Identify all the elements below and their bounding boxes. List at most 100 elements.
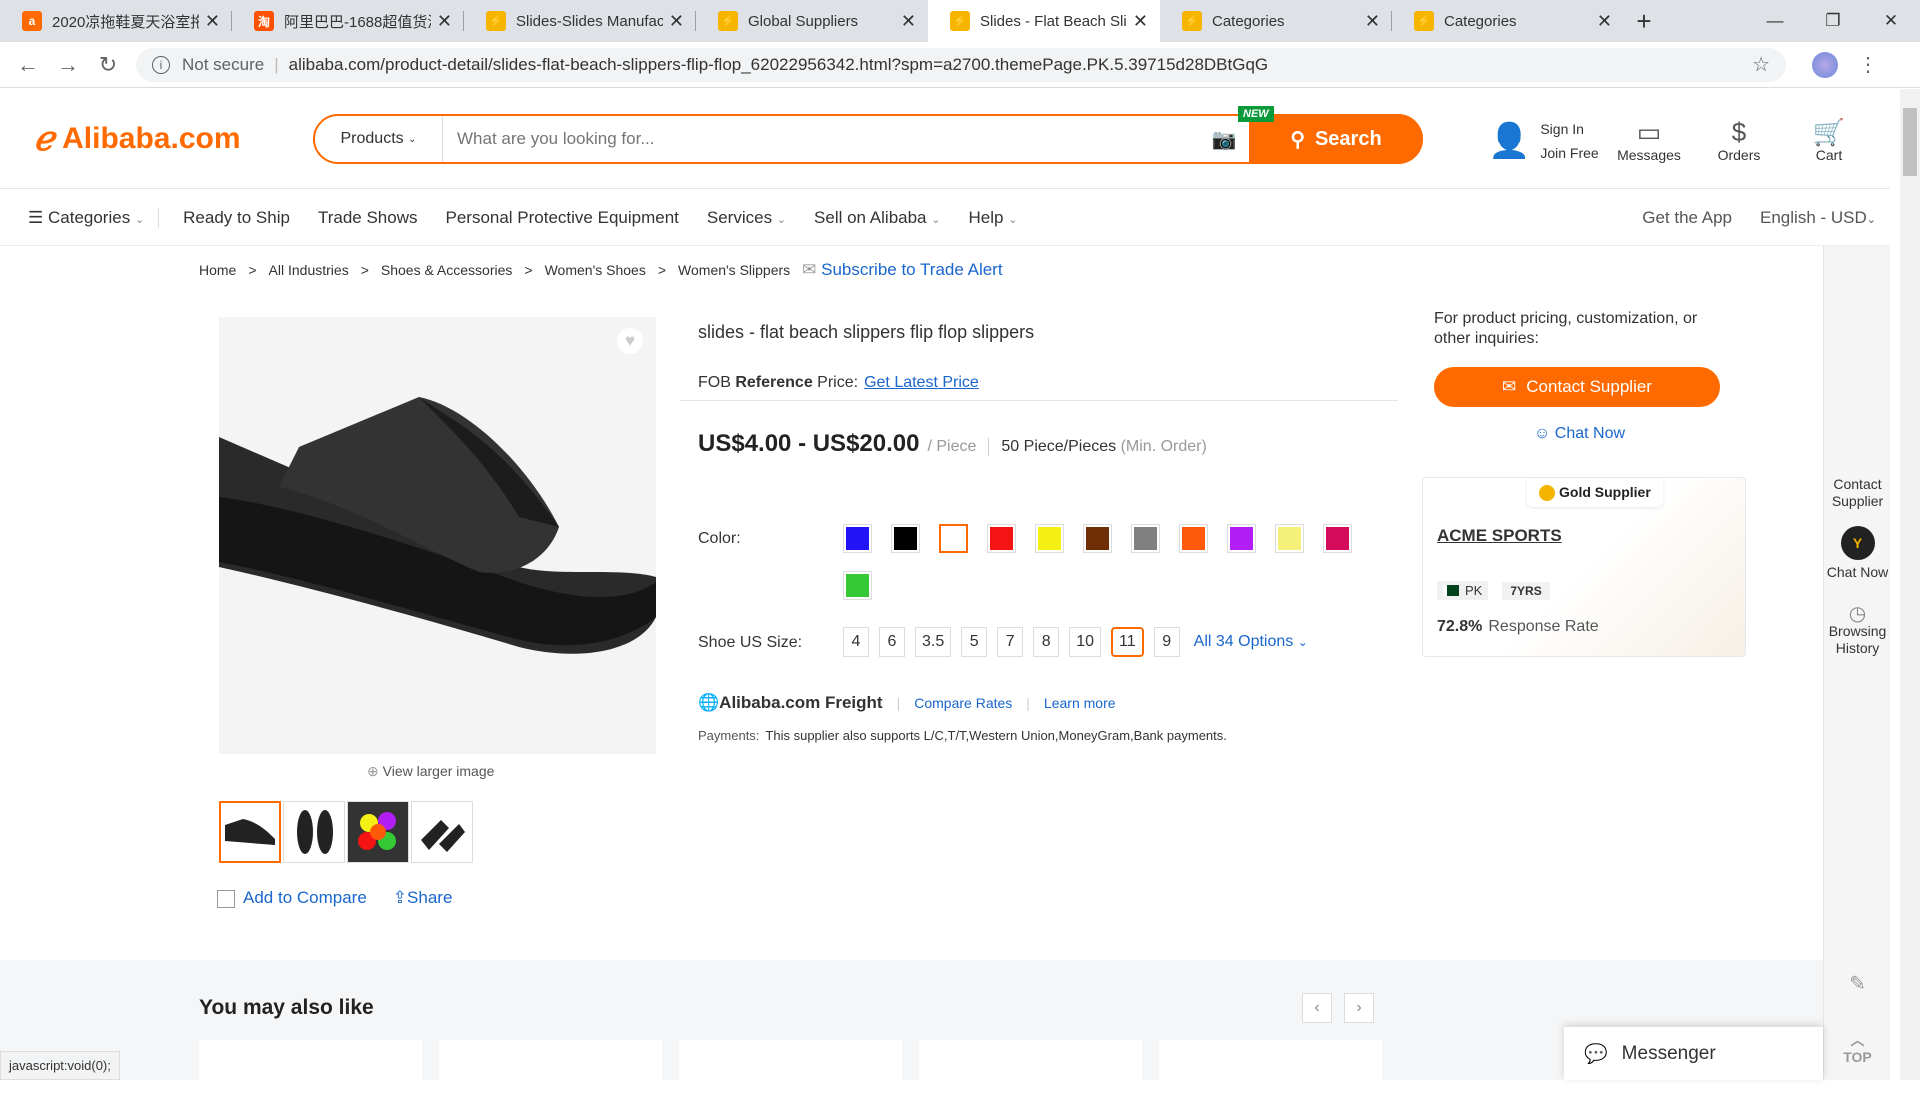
chat-now-link[interactable]: ☺ Chat Now (1534, 425, 1625, 443)
close-icon[interactable]: ✕ (1365, 11, 1380, 32)
compare-rates-link[interactable]: Compare Rates (914, 695, 1012, 711)
thumbnail[interactable] (347, 801, 409, 863)
close-window-icon[interactable]: ✕ (1862, 0, 1920, 42)
color-swatch[interactable] (843, 524, 872, 553)
close-icon[interactable]: ✕ (437, 11, 452, 32)
sign-in-area[interactable]: 👤 Sign In Join Free (1488, 117, 1604, 165)
size-option[interactable]: 9 (1153, 627, 1180, 657)
nav-help[interactable]: Help ⌄ (954, 208, 1031, 228)
recommendation-card[interactable] (679, 1040, 902, 1100)
size-option[interactable]: 8 (1033, 627, 1060, 657)
search-input[interactable] (443, 129, 1199, 149)
color-swatch[interactable] (1035, 524, 1064, 553)
feedback-icon[interactable]: ✎ (1824, 974, 1891, 994)
prev-arrow-icon[interactable]: ‹ (1302, 993, 1332, 1023)
nav-services[interactable]: Services ⌄ (693, 208, 800, 228)
color-swatch[interactable] (891, 524, 920, 553)
close-icon[interactable]: ✕ (901, 11, 916, 32)
close-icon[interactable]: ✕ (205, 11, 220, 32)
side-browsing-history[interactable]: ◷ Browsing History (1824, 604, 1891, 657)
scrollbar-thumb[interactable] (1903, 108, 1917, 176)
search-button[interactable]: ⚲ Search (1249, 114, 1423, 164)
add-to-compare[interactable]: Add to Compare (217, 888, 367, 908)
share-button[interactable]: ⇪Share (393, 888, 453, 908)
color-swatch[interactable] (843, 571, 872, 600)
thumbnail[interactable] (283, 801, 345, 863)
new-tab-button[interactable]: + (1624, 0, 1664, 42)
browser-tab[interactable]: ⚡ Categories ✕ (1392, 0, 1624, 42)
trade-alert-link[interactable]: ✉ Subscribe to Trade Alert (802, 260, 1002, 280)
nav-sell[interactable]: Sell on Alibaba ⌄ (800, 208, 954, 228)
color-swatch[interactable] (1179, 524, 1208, 553)
alibaba-logo[interactable]: ℯ Alibaba.com (34, 119, 241, 159)
size-option[interactable]: 10 (1069, 627, 1102, 657)
camera-icon[interactable]: 📷 (1199, 127, 1249, 152)
get-app-link[interactable]: Get the App (1628, 208, 1746, 228)
browser-menu-icon[interactable]: ⋮ (1858, 52, 1878, 77)
address-bar[interactable]: i Not secure | alibaba.com/product-detai… (136, 47, 1786, 82)
color-swatch[interactable] (1275, 524, 1304, 553)
language-currency-selector[interactable]: English - USD⌄ (1746, 208, 1890, 228)
color-swatch[interactable] (1227, 524, 1256, 553)
close-icon[interactable]: ✕ (1597, 11, 1612, 32)
product-main-image[interactable] (219, 317, 656, 754)
thumbnail[interactable] (411, 801, 473, 863)
size-option-selected[interactable]: 11 (1111, 627, 1144, 657)
breadcrumb-item[interactable]: Women's Slippers (678, 262, 790, 278)
color-swatch[interactable] (1131, 524, 1160, 553)
page-scrollbar[interactable] (1900, 89, 1920, 1080)
reload-icon[interactable]: ↻ (88, 52, 128, 78)
thumbnail[interactable] (219, 801, 281, 863)
browser-tab[interactable]: ⚡ Slides-Slides Manufactu ✕ (464, 0, 696, 42)
categories-menu[interactable]: ☰ Categories ⌄ (0, 207, 160, 228)
browser-tab[interactable]: 淘阿里巴巴-1688超值货源 ✕ (232, 0, 464, 42)
close-icon[interactable]: ✕ (1133, 11, 1148, 32)
back-icon[interactable]: ← (8, 52, 48, 78)
search-scope-dropdown[interactable]: Products ⌄ (315, 116, 443, 162)
breadcrumb-item[interactable]: Shoes & Accessories (381, 262, 513, 278)
browser-tab[interactable]: a 2020凉拖鞋夏天浴室拖 ✕ (0, 0, 232, 42)
nav-ppe[interactable]: Personal Protective Equipment (431, 208, 692, 228)
size-option[interactable]: 3.5 (915, 627, 952, 657)
forward-icon[interactable]: → (48, 52, 88, 78)
back-to-top[interactable]: ︿ TOP (1824, 1032, 1891, 1066)
cart-button[interactable]: 🛒 Cart (1784, 117, 1874, 165)
browser-tab-active[interactable]: ⚡ Slides - Flat Beach Slipp ✕ (928, 0, 1160, 42)
color-swatch[interactable] (1083, 524, 1112, 553)
contact-supplier-button[interactable]: ✉ Contact Supplier (1434, 367, 1720, 407)
recommendation-card[interactable] (919, 1040, 1142, 1100)
browser-tab[interactable]: ⚡ Categories ✕ (1160, 0, 1392, 42)
breadcrumb-item[interactable]: Home (199, 262, 236, 278)
orders-button[interactable]: $ Orders (1694, 117, 1784, 165)
profile-avatar[interactable] (1812, 51, 1838, 78)
breadcrumb-item[interactable]: All Industries (269, 262, 349, 278)
nav-ready-to-ship[interactable]: Ready to Ship (169, 208, 304, 228)
all-options-link[interactable]: All 34 Options ⌄ (1194, 633, 1308, 651)
bookmark-star-icon[interactable]: ☆ (1752, 52, 1770, 77)
compare-checkbox[interactable] (217, 889, 235, 908)
size-option[interactable]: 5 (961, 627, 988, 657)
messages-button[interactable]: ▭ Messages (1604, 117, 1694, 165)
join-free-link[interactable]: Join Free (1540, 141, 1598, 165)
size-option[interactable]: 4 (843, 627, 869, 657)
size-option[interactable]: 6 (879, 627, 905, 657)
next-arrow-icon[interactable]: › (1344, 993, 1374, 1023)
sign-in-link[interactable]: Sign In (1540, 117, 1598, 141)
view-larger-image[interactable]: ⊕ View larger image (367, 763, 494, 780)
minimize-icon[interactable]: — (1746, 0, 1804, 42)
recommendation-card[interactable] (199, 1040, 422, 1100)
messenger-widget[interactable]: 💬 Messenger (1564, 1027, 1823, 1080)
side-contact-supplier[interactable]: Contact Supplier (1824, 476, 1891, 510)
side-chat-now[interactable]: Y Chat Now (1824, 526, 1891, 581)
browser-tab[interactable]: ⚡ Global Suppliers ✕ (696, 0, 928, 42)
color-swatch[interactable] (987, 524, 1016, 553)
favorite-heart-icon[interactable]: ♥ (617, 328, 643, 354)
supplier-name[interactable]: ACME SPORTS (1437, 526, 1562, 546)
recommendation-card[interactable] (439, 1040, 662, 1100)
info-icon[interactable]: i (152, 55, 170, 74)
get-latest-price-link[interactable]: Get Latest Price (864, 374, 979, 391)
learn-more-link[interactable]: Learn more (1044, 695, 1116, 711)
color-swatch-selected[interactable] (939, 524, 968, 553)
nav-trade-shows[interactable]: Trade Shows (304, 208, 432, 228)
breadcrumb-item[interactable]: Women's Shoes (545, 262, 646, 278)
